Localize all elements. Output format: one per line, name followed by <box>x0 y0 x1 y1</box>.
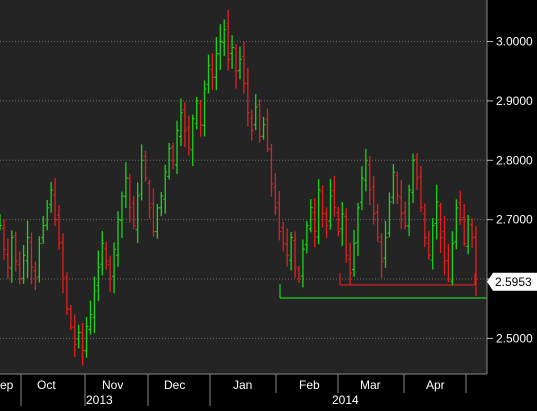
y-tick-label: 2.5000 <box>496 331 533 345</box>
price-chart: 3.00002.90002.80002.70002.60002.5000 2.5… <box>0 0 537 407</box>
x-tick-label-jan: Jan <box>233 378 252 392</box>
y-tick-label: 2.9000 <box>496 94 533 108</box>
y-tick-label: 2.8000 <box>496 153 533 167</box>
x-tick-label-nov: Nov <box>102 378 123 392</box>
x-tick-label-feb: Feb <box>299 378 320 392</box>
y-tick-label: 3.0000 <box>496 35 533 49</box>
x-tick-label-oct: Oct <box>37 378 56 392</box>
x-year-label-2013: 2013 <box>86 393 113 406</box>
x-tick-label-apr: Apr <box>426 378 445 392</box>
ohlc-chart-svg: 3.00002.90002.80002.70002.60002.5000 2.5… <box>0 0 537 407</box>
x-year-label-2014: 2014 <box>332 393 359 406</box>
x-tick-label-sep: ep <box>0 378 14 392</box>
last-price-tag: 2.5953 <box>487 272 537 291</box>
x-tick-label-mar: Mar <box>360 378 381 392</box>
x-tick-label-dec: Dec <box>164 378 185 392</box>
last-price-label: 2.5953 <box>495 275 532 289</box>
y-tick-label: 2.7000 <box>496 213 533 227</box>
